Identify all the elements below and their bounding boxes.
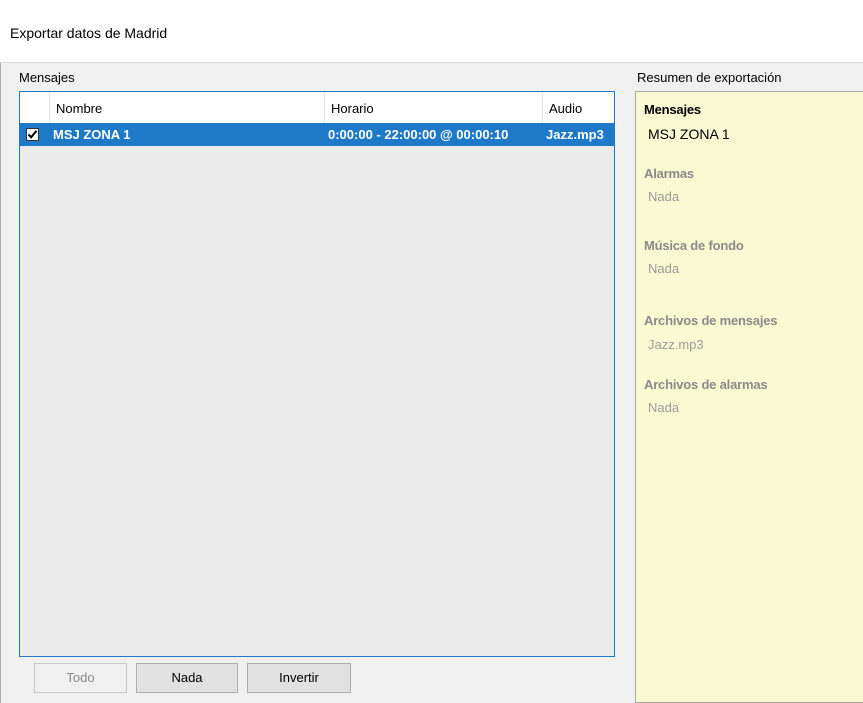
select-all-button[interactable]: Todo (34, 663, 127, 693)
messages-label: Mensajes (19, 70, 75, 85)
window-border (0, 0, 1, 703)
summary-message-files-title: Archivos de mensajes (644, 313, 778, 328)
table-row[interactable]: MSJ ZONA 1 0:00:00 - 22:00:00 @ 00:00:10… (20, 123, 614, 146)
summary-label: Resumen de exportación (637, 70, 782, 85)
summary-alarms-title: Alarmas (644, 166, 694, 181)
summary-alarm-files-title: Archivos de alarmas (644, 377, 768, 392)
messages-list[interactable]: Nombre Horario Audio MSJ ZONA 1 0:00:00 … (19, 91, 615, 657)
cell-nombre: MSJ ZONA 1 (53, 127, 131, 142)
summary-background-music-title: Música de fondo (644, 238, 744, 253)
export-summary-panel: Mensajes MSJ ZONA 1 Alarmas Nada Música … (635, 91, 863, 703)
summary-message-files-value: Jazz.mp3 (648, 337, 704, 352)
cell-horario: 0:00:00 - 22:00:00 @ 00:00:10 (328, 127, 509, 142)
invert-selection-button[interactable]: Invertir (247, 663, 351, 693)
list-header: Nombre Horario Audio (20, 92, 614, 124)
summary-alarms-value: Nada (648, 189, 680, 204)
summary-messages-value: MSJ ZONA 1 (648, 126, 730, 142)
column-header-check[interactable] (20, 92, 50, 123)
select-none-button[interactable]: Nada (136, 663, 238, 693)
summary-background-music-value: Nada (648, 261, 680, 276)
title-bar: Exportar datos de Madrid (0, 0, 863, 63)
checkmark-icon (27, 130, 38, 139)
column-header-audio[interactable]: Audio (543, 92, 614, 123)
cell-audio: Jazz.mp3 (546, 127, 604, 142)
summary-messages-title: Mensajes (644, 102, 701, 117)
column-header-horario[interactable]: Horario (325, 92, 543, 123)
column-header-nombre[interactable]: Nombre (50, 92, 325, 123)
row-checkbox[interactable] (26, 128, 39, 141)
window-title: Exportar datos de Madrid (10, 25, 168, 41)
summary-alarm-files-value: Nada (648, 400, 680, 415)
